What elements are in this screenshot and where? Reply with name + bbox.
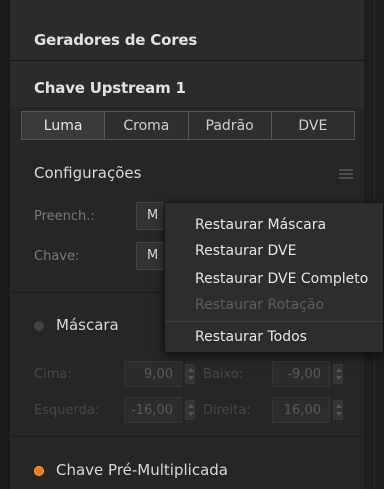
- reset-dve-item[interactable]: Restaurar DVE: [195, 243, 296, 259]
- tab-luma[interactable]: Luma: [21, 111, 106, 140]
- left-value: -16,00: [131, 403, 173, 418]
- tab-dve[interactable]: DVE: [271, 111, 355, 140]
- color-generators-header[interactable]: Geradores de Cores: [10, 0, 364, 61]
- hamburger-menu-icon[interactable]: [339, 169, 353, 179]
- mask-label[interactable]: Máscara: [56, 316, 119, 334]
- reset-all-item[interactable]: Restaurar Todos: [195, 329, 307, 345]
- upstream-key-title: Chave Upstream 1: [34, 79, 186, 97]
- key-type-tabs: Luma Croma Padrão DVE: [21, 111, 355, 140]
- mask-toggle-indicator[interactable]: [34, 321, 44, 331]
- bottom-input[interactable]: -9,00: [272, 361, 330, 387]
- key-source-value: M: [147, 248, 159, 263]
- reset-full-dve-item[interactable]: Restaurar DVE Completo: [195, 271, 368, 287]
- menu-separator: [165, 321, 383, 322]
- right-stepper[interactable]: [333, 400, 343, 420]
- top-label: Cima:: [34, 367, 72, 382]
- left-input[interactable]: -16,00: [124, 397, 182, 423]
- top-stepper[interactable]: [185, 364, 195, 384]
- key-label: Chave:: [34, 249, 80, 264]
- premultiplied-toggle-indicator[interactable]: [34, 466, 44, 476]
- bottom-stepper[interactable]: [333, 364, 343, 384]
- reset-mask-item[interactable]: Restaurar Máscara: [195, 217, 326, 233]
- bottom-label: Baixo:: [203, 367, 244, 382]
- left-stepper[interactable]: [185, 400, 195, 420]
- top-value: 9,00: [144, 367, 173, 382]
- right-input[interactable]: 16,00: [272, 397, 330, 423]
- color-generators-title: Geradores de Cores: [34, 31, 198, 49]
- fill-source-value: M: [147, 208, 159, 223]
- reset-rotation-item: Restaurar Rotação: [195, 297, 325, 313]
- premultiplied-key-label[interactable]: Chave Pré-Multiplicada: [56, 461, 228, 479]
- top-input[interactable]: 9,00: [124, 361, 182, 387]
- right-label: Direita:: [203, 403, 251, 418]
- fill-label: Preench.:: [34, 209, 95, 224]
- tab-chroma[interactable]: Croma: [105, 111, 189, 140]
- settings-title: Configurações: [34, 164, 142, 182]
- right-value: 16,00: [283, 403, 321, 418]
- section-divider: [10, 436, 364, 437]
- tab-pattern[interactable]: Padrão: [188, 111, 272, 140]
- reset-context-menu: Restaurar Máscara Restaurar DVE Restaura…: [164, 202, 384, 353]
- left-label: Esquerda:: [34, 403, 100, 418]
- bottom-value: -9,00: [287, 367, 321, 382]
